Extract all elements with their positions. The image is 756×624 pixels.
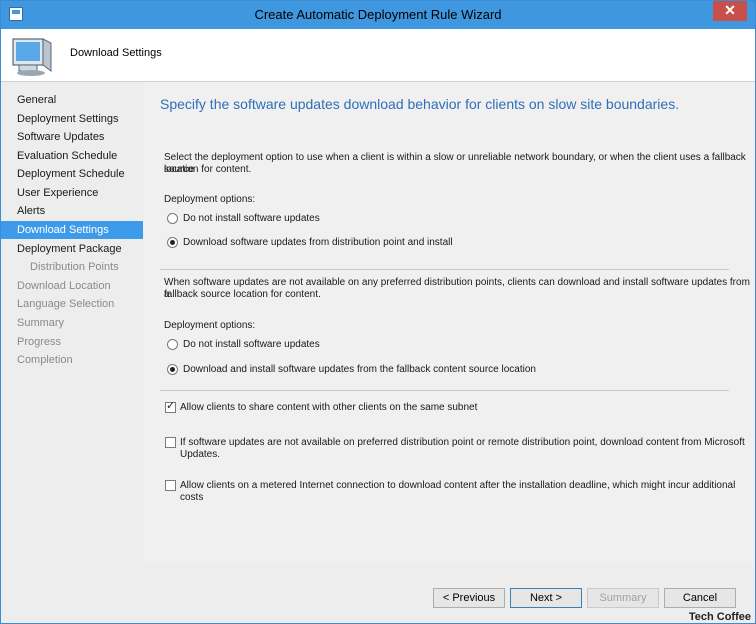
wizard-sidebar: General Deployment Settings Software Upd…	[1, 82, 143, 623]
sidebar-item-deployment-package[interactable]: Deployment Package	[1, 240, 143, 258]
title-bar[interactable]: Create Automatic Deployment Rule Wizard …	[1, 1, 755, 29]
metered-connection-label[interactable]: Allow clients on a metered Internet conn…	[180, 480, 755, 504]
close-button[interactable]: ✕	[713, 1, 747, 21]
window-title: Create Automatic Deployment Rule Wizard	[254, 7, 502, 22]
sidebar-item-download-location[interactable]: Download Location	[1, 277, 143, 295]
section1-description-line2: location for content.	[164, 164, 252, 175]
section1-download-radio[interactable]	[167, 237, 178, 248]
sidebar-item-language-selection[interactable]: Language Selection	[1, 295, 143, 313]
section1-options-label: Deployment options:	[164, 194, 256, 205]
microsoft-updates-checkbox[interactable]	[165, 437, 176, 448]
sidebar-item-distribution-points[interactable]: Distribution Points	[1, 258, 143, 276]
section2-download-radio[interactable]	[167, 364, 178, 375]
metered-connection-checkbox[interactable]	[165, 480, 176, 491]
content-heading: Specify the software updates download be…	[160, 96, 680, 112]
watermark-text: Tech Coffee	[688, 611, 751, 623]
section2-no-install-radio[interactable]	[167, 339, 178, 350]
sidebar-item-deployment-schedule[interactable]: Deployment Schedule	[1, 165, 143, 183]
section-divider-2	[160, 390, 729, 391]
sidebar-item-deployment-settings[interactable]: Deployment Settings	[1, 110, 143, 128]
section2-options-label: Deployment options:	[164, 320, 256, 331]
section2-no-install-label[interactable]: Do not install software updates	[183, 339, 320, 351]
section1-description-line1: Select the deployment option to use when…	[164, 152, 746, 175]
next-button[interactable]: Next >	[510, 588, 582, 608]
share-content-label[interactable]: Allow clients to share content with othe…	[180, 402, 477, 414]
sidebar-item-summary[interactable]: Summary	[1, 314, 143, 332]
sidebar-item-download-settings[interactable]: Download Settings	[1, 221, 143, 239]
main-content: Specify the software updates download be…	[144, 82, 755, 563]
checkmark-icon: ✓	[166, 400, 176, 412]
summary-button[interactable]: Summary	[587, 588, 659, 608]
section1-download-label[interactable]: Download software updates from distribut…	[183, 237, 453, 249]
wizard-footer: < Previous Next > Summary Cancel	[144, 563, 755, 623]
section2-download-label[interactable]: Download and install software updates fr…	[183, 364, 536, 376]
section2-description-line2: fallback source location for content.	[164, 289, 321, 300]
sidebar-item-general[interactable]: General	[1, 91, 143, 109]
computer-icon	[12, 38, 52, 76]
previous-button[interactable]: < Previous	[433, 588, 505, 608]
section1-no-install-radio[interactable]	[167, 213, 178, 224]
wizard-window: Create Automatic Deployment Rule Wizard …	[0, 0, 756, 624]
sidebar-item-user-experience[interactable]: User Experience	[1, 184, 143, 202]
sidebar-item-evaluation-schedule[interactable]: Evaluation Schedule	[1, 147, 143, 165]
section-divider	[160, 269, 729, 270]
page-title: Download Settings	[70, 47, 162, 59]
share-content-checkbox[interactable]: ✓	[165, 400, 176, 413]
sidebar-item-progress[interactable]: Progress	[1, 333, 143, 351]
section1-no-install-label[interactable]: Do not install software updates	[183, 213, 320, 225]
sidebar-item-software-updates[interactable]: Software Updates	[1, 128, 143, 146]
cancel-button[interactable]: Cancel	[664, 588, 736, 608]
sidebar-item-alerts[interactable]: Alerts	[1, 202, 143, 220]
sidebar-item-completion[interactable]: Completion	[1, 351, 143, 369]
wizard-header: Download Settings	[1, 29, 755, 82]
microsoft-updates-label[interactable]: If software updates are not available on…	[180, 437, 755, 461]
